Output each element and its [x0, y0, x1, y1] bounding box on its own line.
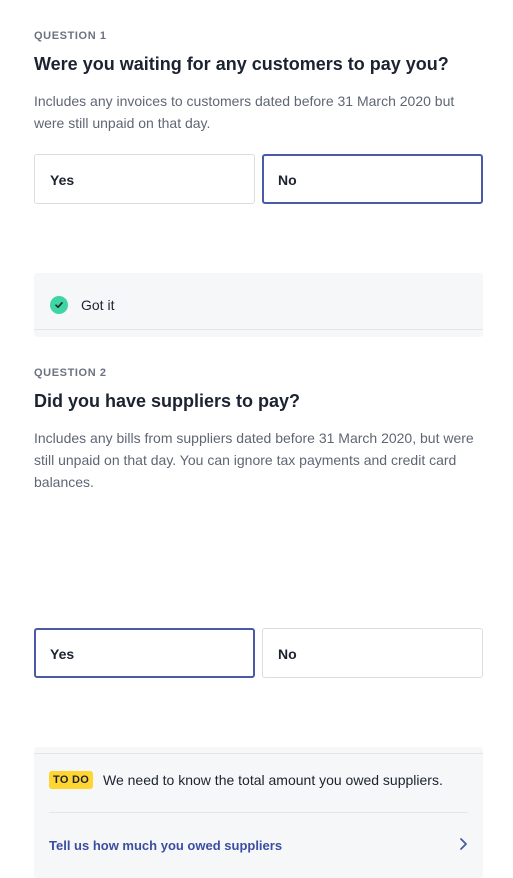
- question-2-label: QUESTION 2: [34, 367, 107, 379]
- question-2-title: Did you have suppliers to pay?: [34, 391, 301, 411]
- question-1-yes-button[interactable]: Yes: [34, 154, 255, 204]
- section-divider: [34, 329, 483, 330]
- question-1-section: QUESTION 1 Were you waiting for any cust…: [34, 30, 483, 134]
- check-circle-icon: [50, 296, 68, 314]
- feedback-text: Got it: [81, 297, 115, 313]
- chevron-right-icon: [458, 837, 468, 854]
- question-2-yes-button[interactable]: Yes: [34, 628, 255, 678]
- question-2-todo-panel: TO DO We need to know the total amount y…: [34, 747, 483, 878]
- question-1-description: Includes any invoices to customers dated…: [34, 93, 455, 131]
- question-2-description: Includes any bills from suppliers dated …: [34, 430, 474, 490]
- question-2-section: QUESTION 2 Did you have suppliers to pay…: [34, 367, 483, 493]
- question-1-options: Yes No: [34, 154, 483, 206]
- owed-suppliers-link[interactable]: Tell us how much you owed suppliers: [49, 838, 468, 853]
- section-divider-bottom: [34, 753, 483, 754]
- question-2-no-button[interactable]: No: [262, 628, 483, 678]
- owed-suppliers-link-label: Tell us how much you owed suppliers: [49, 838, 283, 853]
- todo-badge: TO DO: [49, 771, 94, 789]
- todo-text: We need to know the total amount you owe…: [103, 772, 443, 788]
- question-1-label: QUESTION 1: [34, 30, 107, 42]
- question-1-title: Were you waiting for any customers to pa…: [34, 54, 449, 74]
- question-1-feedback: Got it: [34, 273, 483, 337]
- question-2-options: Yes No: [34, 628, 483, 680]
- question-1-no-button[interactable]: No: [262, 154, 483, 204]
- todo-divider: [49, 812, 468, 813]
